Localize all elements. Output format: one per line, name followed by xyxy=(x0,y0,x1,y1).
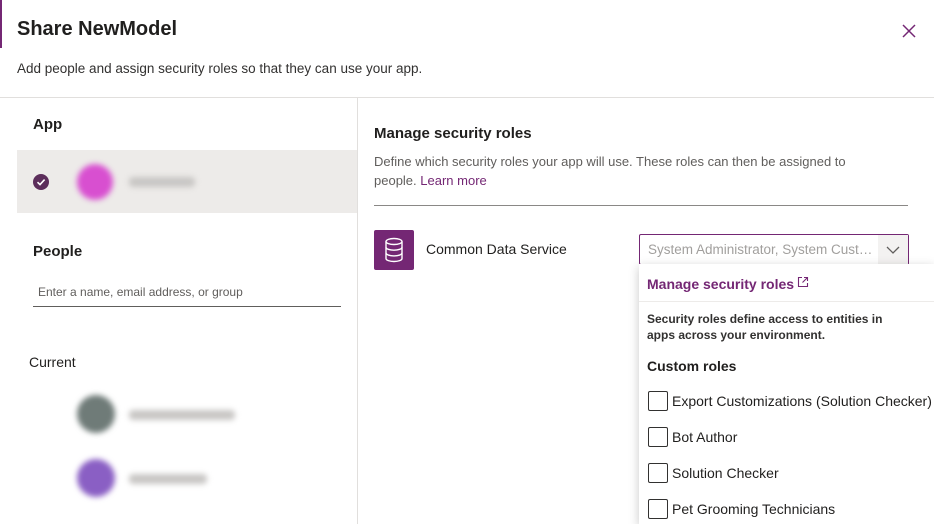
menu-divider xyxy=(639,301,934,302)
close-button[interactable] xyxy=(898,20,920,42)
security-roles-menu: Manage security roles Security roles def… xyxy=(639,264,934,524)
role-option-label: Bot Author xyxy=(672,429,738,445)
role-option-label: Pet Grooming Technicians xyxy=(672,501,836,517)
avatar xyxy=(77,395,115,433)
role-checkbox[interactable] xyxy=(648,427,668,447)
role-option-label: Export Customizations (Solution Checker) xyxy=(672,393,932,409)
role-checkbox[interactable] xyxy=(648,463,668,483)
manage-roles-title: Manage security roles xyxy=(374,125,532,142)
person-name-redacted xyxy=(129,410,235,420)
role-checkbox[interactable] xyxy=(648,391,668,411)
roles-help-text: Security roles define access to entities… xyxy=(647,312,883,342)
dialog-subtitle: Add people and assign security roles so … xyxy=(17,61,423,76)
app-row-selected[interactable] xyxy=(17,150,357,213)
app-name-redacted xyxy=(129,177,195,187)
dialog-title: Share NewModel xyxy=(17,18,178,40)
app-avatar xyxy=(77,164,113,200)
people-search-input[interactable] xyxy=(33,277,341,307)
database-icon xyxy=(374,230,414,270)
manage-security-roles-link[interactable]: Manage security roles xyxy=(647,276,809,292)
chevron-down-icon[interactable] xyxy=(878,235,908,264)
person-name-redacted xyxy=(129,474,207,484)
manage-security-roles-label: Manage security roles xyxy=(647,276,795,292)
checkmark-circle-icon xyxy=(33,174,49,190)
security-roles-dropdown[interactable]: System Administrator, System Customizer xyxy=(639,234,909,265)
dialog-header: Share NewModel Add people and assign sec… xyxy=(0,0,934,98)
current-users-label: Current xyxy=(29,354,76,370)
avatar xyxy=(77,459,115,497)
manage-roles-description: Define which security roles your app wil… xyxy=(374,152,884,190)
role-checkbox[interactable] xyxy=(648,499,668,519)
data-source-label: Common Data Service xyxy=(426,241,567,257)
close-icon xyxy=(902,24,916,38)
open-in-new-icon xyxy=(798,276,809,288)
section-divider xyxy=(374,205,908,206)
selected-roles-text: System Administrator, System Customizer xyxy=(648,242,876,257)
people-section-label: People xyxy=(33,243,83,260)
role-option-label: Solution Checker xyxy=(672,465,779,481)
app-section-label: App xyxy=(33,116,63,133)
left-pane: App People Current xyxy=(0,98,358,524)
custom-roles-heading: Custom roles xyxy=(647,358,737,374)
learn-more-link[interactable]: Learn more xyxy=(420,173,486,188)
